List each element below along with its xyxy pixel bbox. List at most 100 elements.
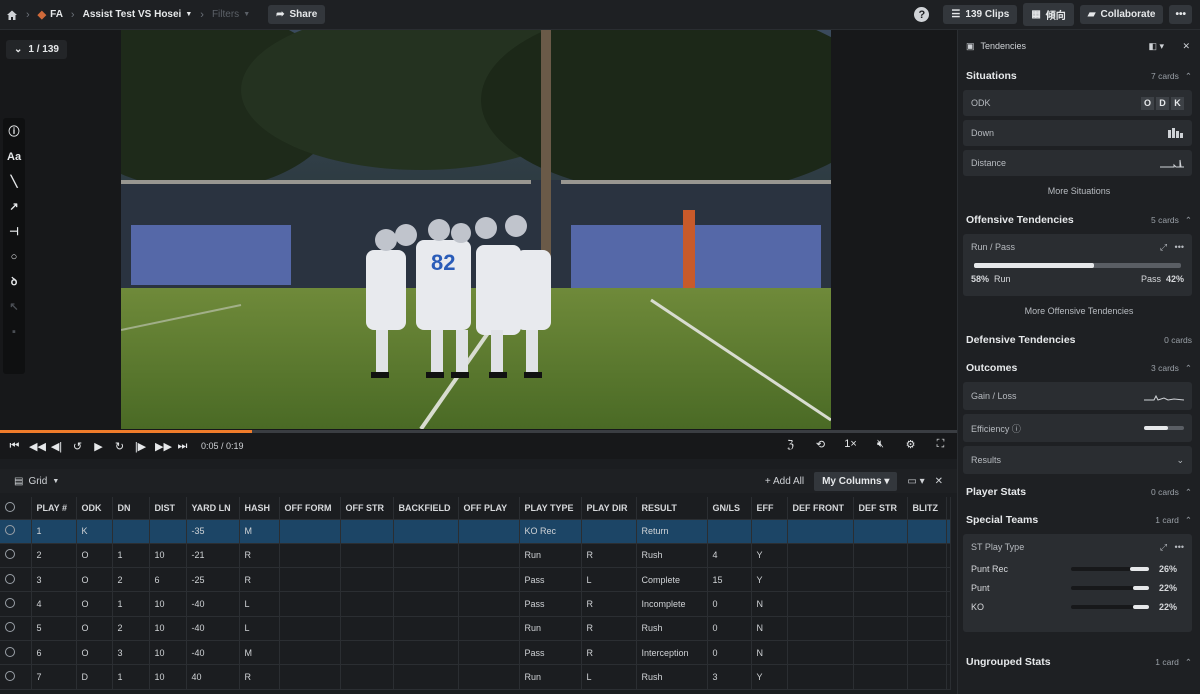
table-cell[interactable] bbox=[458, 543, 520, 569]
column-header[interactable]: PLAY DIR bbox=[581, 497, 637, 520]
defensive-tendencies-section[interactable]: Defensive Tendencies 0 cards bbox=[958, 326, 1200, 354]
table-cell[interactable] bbox=[907, 640, 947, 666]
table-cell[interactable] bbox=[393, 591, 459, 617]
table-cell[interactable]: 7 bbox=[31, 664, 77, 690]
table-cell[interactable] bbox=[393, 519, 459, 544]
table-cell[interactable]: Rush bbox=[636, 543, 708, 569]
column-header[interactable]: PLAY # bbox=[31, 497, 77, 520]
draw-icon[interactable]: ℨ bbox=[784, 438, 797, 451]
table-cell[interactable]: 2 bbox=[31, 543, 77, 569]
table-cell[interactable] bbox=[946, 519, 951, 544]
table-cell[interactable]: Interception bbox=[636, 640, 708, 666]
mute-icon[interactable]: 🔇︎ bbox=[874, 438, 887, 451]
column-header[interactable]: OFF STR bbox=[340, 497, 394, 520]
close-icon[interactable]: ✕ bbox=[1182, 41, 1190, 52]
table-cell[interactable]: 0 bbox=[707, 616, 752, 641]
step-forward-icon[interactable]: |▶ bbox=[134, 440, 147, 453]
table-cell[interactable]: Y bbox=[751, 543, 788, 569]
expand-icon[interactable]: ⤢ bbox=[1160, 542, 1167, 552]
table-cell[interactable] bbox=[787, 664, 854, 690]
table-cell[interactable] bbox=[458, 567, 520, 593]
my-columns-dropdown[interactable]: My Columns ▾ bbox=[814, 472, 898, 491]
table-cell[interactable]: Y bbox=[751, 664, 788, 690]
table-cell[interactable]: -40 bbox=[186, 616, 240, 641]
table-cell[interactable] bbox=[946, 616, 951, 641]
table-cell[interactable]: -40 bbox=[186, 591, 240, 617]
table-cell[interactable]: O bbox=[76, 591, 113, 617]
table-cell[interactable] bbox=[907, 543, 947, 569]
table-cell[interactable]: Complete bbox=[636, 567, 708, 593]
team-breadcrumb[interactable]: ◆ FA bbox=[38, 8, 63, 21]
table-cell[interactable] bbox=[581, 519, 637, 544]
table-cell[interactable]: 1 bbox=[112, 591, 150, 617]
table-cell[interactable]: 10 bbox=[149, 640, 187, 666]
row-select-radio[interactable] bbox=[0, 543, 32, 569]
ellipsis-icon[interactable]: ••• bbox=[1175, 242, 1184, 252]
table-cell[interactable]: 3 bbox=[112, 640, 150, 666]
table-cell[interactable]: N bbox=[751, 591, 788, 617]
table-cell[interactable] bbox=[853, 664, 908, 690]
help-icon[interactable]: ? bbox=[914, 7, 930, 22]
column-header[interactable]: RESULT bbox=[636, 497, 708, 520]
table-cell[interactable] bbox=[787, 640, 854, 666]
table-row[interactable]: 2 O 1 10 -21 R Run R Rush 4 Y bbox=[0, 543, 951, 569]
table-cell[interactable] bbox=[279, 519, 341, 544]
table-cell[interactable] bbox=[393, 664, 459, 690]
table-cell[interactable]: N bbox=[751, 616, 788, 641]
offensive-tendencies-section[interactable]: Offensive Tendencies 5 cards ⌃ bbox=[958, 206, 1200, 234]
column-header[interactable]: DEF FRONT bbox=[787, 497, 854, 520]
table-cell[interactable] bbox=[853, 591, 908, 617]
table-cell[interactable] bbox=[393, 543, 459, 569]
video-frame[interactable]: 82 bbox=[121, 30, 831, 429]
table-cell[interactable]: L bbox=[239, 591, 280, 617]
clip-counter[interactable]: ⌄ 1 / 139 bbox=[6, 40, 67, 59]
table-cell[interactable] bbox=[340, 664, 394, 690]
table-cell[interactable] bbox=[787, 591, 854, 617]
table-cell[interactable]: R bbox=[581, 591, 637, 617]
table-cell[interactable] bbox=[787, 519, 854, 544]
table-cell[interactable] bbox=[458, 519, 520, 544]
table-cell[interactable] bbox=[787, 616, 854, 641]
settings-gear-icon[interactable]: ⚙ bbox=[904, 438, 917, 451]
st-play-type-card[interactable]: ST Play Type ⤢ ••• Punt Rec 26% Punt 22% KO 2… bbox=[963, 534, 1192, 632]
table-row[interactable]: 7 D 1 10 40 R Run L Rush 3 Y bbox=[0, 664, 951, 690]
table-cell[interactable]: R bbox=[581, 543, 637, 569]
table-cell[interactable]: Pass bbox=[519, 591, 582, 617]
pointer-tool-icon[interactable]: ↖ bbox=[7, 299, 21, 315]
table-cell[interactable]: Incomplete bbox=[636, 591, 708, 617]
run-pass-card[interactable]: Run / Pass ⤢ ••• 58% Run Pass 42% bbox=[963, 234, 1192, 296]
table-cell[interactable] bbox=[279, 591, 341, 617]
select-all-radio[interactable] bbox=[0, 497, 32, 520]
column-header[interactable]: CO bbox=[946, 497, 951, 520]
distance-card[interactable]: Distance bbox=[963, 150, 1192, 176]
text-tool-icon[interactable]: Aa bbox=[7, 149, 21, 165]
table-cell[interactable]: Pass bbox=[519, 640, 582, 666]
table-cell[interactable]: 2 bbox=[112, 616, 150, 641]
loop-icon[interactable]: ⟲ bbox=[814, 438, 827, 451]
info-icon[interactable]: ⓘ bbox=[7, 124, 21, 140]
table-cell[interactable] bbox=[112, 519, 150, 544]
play-icon[interactable]: ▶ bbox=[92, 440, 105, 453]
skip-forward-icon[interactable]: ⏭ bbox=[176, 440, 189, 453]
table-cell[interactable]: L bbox=[581, 567, 637, 593]
table-cell[interactable]: Y bbox=[751, 567, 788, 593]
table-cell[interactable] bbox=[853, 519, 908, 544]
table-cell[interactable] bbox=[907, 519, 947, 544]
table-row[interactable]: 5 O 2 10 -40 L Run R Rush 0 N bbox=[0, 616, 951, 641]
table-cell[interactable]: N bbox=[751, 640, 788, 666]
table-cell[interactable] bbox=[853, 616, 908, 641]
table-cell[interactable] bbox=[340, 616, 394, 641]
table-cell[interactable] bbox=[907, 616, 947, 641]
table-cell[interactable]: K bbox=[76, 519, 113, 544]
table-cell[interactable] bbox=[946, 543, 951, 569]
column-header[interactable]: BLITZ bbox=[907, 497, 947, 520]
more-menu-button[interactable]: ••• bbox=[1169, 5, 1192, 24]
table-cell[interactable]: 3 bbox=[31, 567, 77, 593]
column-header[interactable]: ODK bbox=[76, 497, 113, 520]
table-cell[interactable] bbox=[340, 567, 394, 593]
table-cell[interactable]: 3 bbox=[707, 664, 752, 690]
row-select-radio[interactable] bbox=[0, 616, 32, 641]
player-stats-section[interactable]: Player Stats 0 cards ⌃ bbox=[958, 478, 1200, 506]
table-cell[interactable]: 1 bbox=[31, 519, 77, 544]
table-cell[interactable]: 40 bbox=[186, 664, 240, 690]
